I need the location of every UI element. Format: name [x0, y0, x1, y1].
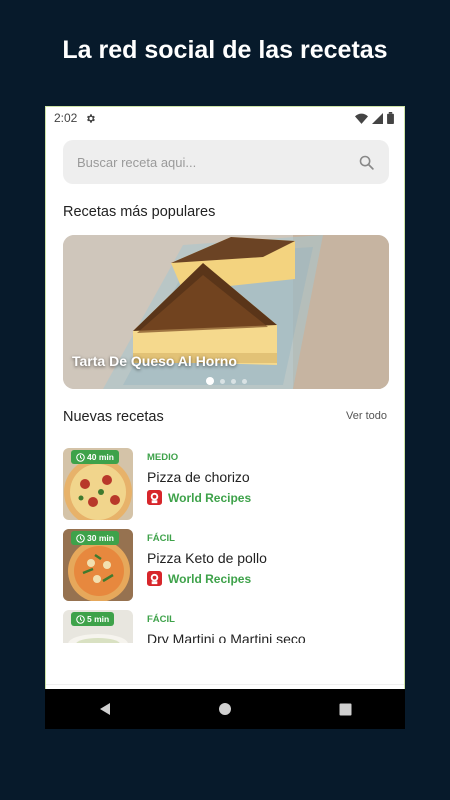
battery-icon	[387, 112, 394, 124]
recipe-name: Pizza Keto de pollo	[147, 550, 267, 566]
carousel-dot[interactable]	[219, 378, 225, 384]
difficulty-label: MEDIO	[147, 452, 179, 463]
carousel-dot[interactable]	[230, 378, 236, 384]
time-value: 5 min	[87, 614, 110, 624]
recipe-name: Dry Martini o Martini seco	[147, 631, 306, 643]
recipe-author[interactable]: World Recipes	[147, 571, 251, 586]
system-navigation-bar	[45, 689, 405, 729]
see-all-link[interactable]: Ver todo	[346, 410, 387, 422]
carousel-indicator	[63, 377, 389, 385]
status-time: 2:02	[54, 111, 78, 125]
search-input[interactable]: Buscar receta aqui...	[77, 155, 358, 170]
wifi-icon	[355, 113, 368, 124]
carousel-dot[interactable]	[241, 378, 247, 384]
clock-icon	[76, 614, 85, 624]
author-name: World Recipes	[168, 490, 252, 505]
recipe-thumbnail: 30 min	[63, 529, 133, 601]
recipe-name: Pizza de chorizo	[147, 469, 250, 485]
featured-recipe-card[interactable]: Tarta De Queso Al Horno	[63, 235, 389, 389]
recipe-thumbnail: 40 min	[63, 448, 133, 520]
new-recipes-title: Nuevas recetas	[63, 409, 164, 425]
featured-recipe-title: Tarta De Queso Al Horno	[72, 353, 237, 369]
recipe-thumbnail: 5 min	[63, 610, 133, 643]
time-value: 40 min	[87, 452, 114, 462]
signal-icon	[372, 112, 383, 124]
recipe-list-item[interactable]: 40 min MEDIO Pizza de chorizo World Reci…	[63, 448, 393, 520]
status-bar: 2:02	[46, 107, 404, 129]
difficulty-label: FÁCIL	[147, 614, 175, 625]
search-icon[interactable]	[358, 154, 375, 171]
recipe-list-item[interactable]: 5 min FÁCIL Dry Martini o Martini seco	[63, 610, 393, 643]
clock-icon	[76, 533, 85, 543]
home-circle-icon[interactable]	[218, 702, 232, 716]
promo-headline: La red social de las recetas	[62, 36, 388, 64]
time-badge: 40 min	[71, 450, 119, 464]
difficulty-label: FÁCIL	[147, 533, 175, 544]
author-avatar-icon	[147, 490, 162, 505]
author-name: World Recipes	[168, 571, 252, 586]
clock-icon	[76, 452, 85, 462]
time-value: 30 min	[87, 533, 114, 543]
phone-screen: 2:02 Buscar receta aqui... Recetas más p…	[45, 106, 405, 728]
popular-section-title: Recetas más populares	[63, 204, 216, 220]
carousel-dot[interactable]	[205, 377, 214, 385]
back-icon[interactable]	[98, 702, 112, 716]
author-avatar-icon	[147, 571, 162, 586]
time-badge: 30 min	[71, 531, 119, 545]
search-bar[interactable]: Buscar receta aqui...	[63, 140, 389, 184]
recipe-author[interactable]: World Recipes	[147, 490, 251, 505]
gear-icon	[87, 113, 96, 123]
recipe-list-item[interactable]: 30 min FÁCIL Pizza Keto de pollo World R…	[63, 529, 393, 601]
time-badge: 5 min	[71, 612, 115, 626]
recents-icon[interactable]	[339, 703, 352, 716]
